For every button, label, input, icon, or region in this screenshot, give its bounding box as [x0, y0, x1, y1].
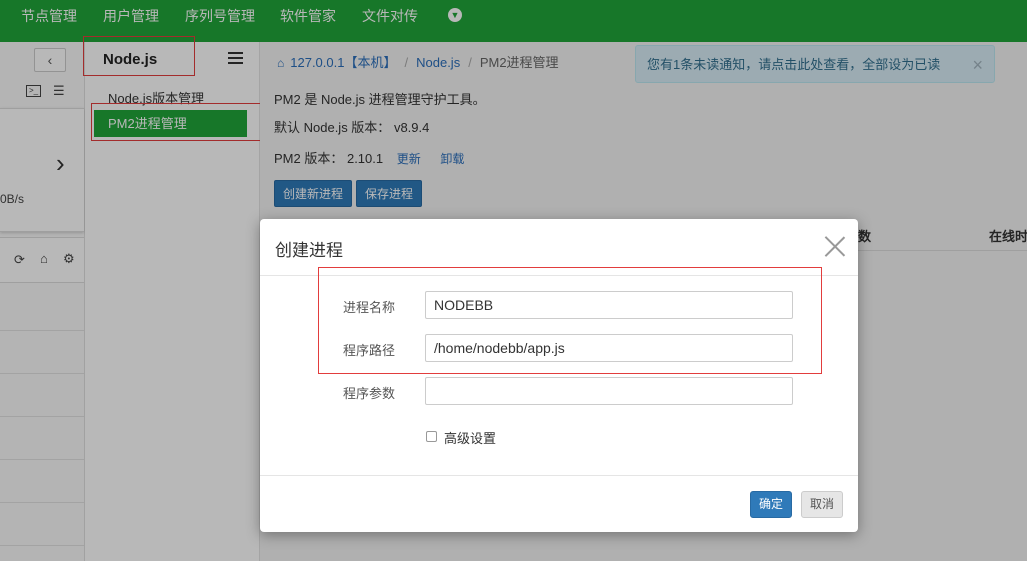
program-args-input[interactable]: [425, 377, 793, 405]
advanced-settings-checkbox[interactable]: [426, 431, 437, 442]
advanced-settings-label[interactable]: 高级设置: [444, 428, 496, 447]
close-icon[interactable]: [824, 235, 846, 257]
create-process-dialog: 创建进程 进程名称 程序路径 程序参数 高级设置 确定 取消: [260, 219, 858, 532]
program-args-label: 程序参数: [343, 386, 396, 401]
program-path-label: 程序路径: [343, 343, 396, 358]
dialog-footer-divider: [260, 475, 858, 476]
dialog-title: 创建进程: [275, 241, 343, 260]
process-name-label: 进程名称: [343, 300, 396, 315]
dialog-header-divider: [260, 275, 858, 276]
cancel-button[interactable]: 取消: [801, 491, 843, 518]
program-path-input[interactable]: [425, 334, 793, 362]
process-name-input[interactable]: [425, 291, 793, 319]
confirm-button[interactable]: 确定: [750, 491, 792, 518]
